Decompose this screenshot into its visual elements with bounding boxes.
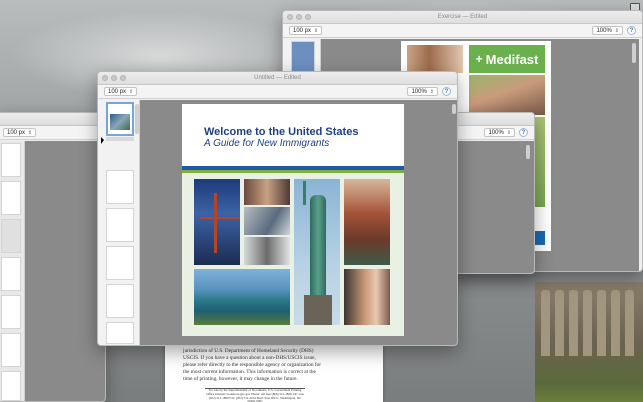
- photo-coast: [194, 269, 290, 325]
- booklet-title: Welcome to the United States: [204, 126, 359, 138]
- page-thumbnail[interactable]: [106, 284, 134, 318]
- document-canvas: [25, 141, 105, 401]
- stepper-icon: ⇕: [614, 27, 619, 34]
- window-mid-right[interactable]: 100% ⇕ ?: [455, 112, 535, 274]
- canvas-scrollbar[interactable]: [452, 104, 456, 114]
- bottom-document-page: jurisdiction of U.S. Department of Homel…: [165, 338, 383, 402]
- scrollbar[interactable]: [526, 145, 530, 159]
- stepper-icon: ⇕: [429, 88, 434, 95]
- medifast-mark: +: [475, 52, 483, 66]
- document-canvas: Welcome to the United States A Guide for…: [140, 100, 457, 345]
- toolbar: 100 px ⇕: [0, 126, 105, 140]
- page-thumbnail[interactable]: [1, 333, 21, 367]
- photo-golden-gate: [194, 179, 240, 265]
- photo-family: [469, 75, 545, 115]
- doc-paragraph: jurisdiction of U.S. Department of Homel…: [183, 348, 322, 382]
- medifast-logo: + Medifast: [469, 45, 545, 73]
- window-title: Exercise — Edited: [437, 14, 488, 20]
- thumbnail-sidebar: [0, 141, 25, 401]
- page-thumbnail[interactable]: [106, 322, 134, 344]
- booklet-cover: Welcome to the United States A Guide for…: [182, 104, 404, 336]
- toolbar: 100 px ⇕ 100% ⇕ ?: [283, 24, 642, 38]
- page-thumbnail[interactable]: [106, 246, 134, 280]
- titlebar[interactable]: [456, 113, 534, 126]
- photo-people-2: [244, 207, 290, 235]
- size-select[interactable]: 100 px ⇕: [3, 128, 37, 137]
- page-thumbnail[interactable]: [1, 181, 21, 215]
- page-thumbnail[interactable]: [1, 143, 21, 177]
- thumbnail-caption: [106, 137, 134, 141]
- ruins-photo: [535, 282, 643, 402]
- help-button[interactable]: ?: [519, 128, 528, 137]
- help-button[interactable]: ?: [627, 26, 636, 35]
- titlebar[interactable]: Untitled — Edited: [98, 72, 457, 85]
- page-thumbnail[interactable]: [1, 257, 21, 291]
- sidebar-scrollbar[interactable]: [135, 104, 139, 134]
- size-select[interactable]: 100 px ⇕: [289, 26, 323, 35]
- photo-statue-of-liberty: [294, 179, 340, 325]
- document-canvas: [456, 141, 534, 273]
- thumbnail-sidebar: [98, 100, 140, 345]
- window-title: Untitled — Edited: [254, 75, 301, 81]
- zoom-select[interactable]: 100% ⇕: [484, 128, 515, 137]
- window-main[interactable]: Untitled — Edited 100 px ⇕ 100% ⇕ ? Welcom…: [97, 71, 458, 346]
- page-thumbnail[interactable]: [106, 170, 134, 204]
- scrollbar[interactable]: [632, 43, 636, 63]
- page-thumbnail[interactable]: [1, 219, 21, 253]
- titlebar[interactable]: [0, 113, 105, 126]
- booklet-subtitle: A Guide for New Immigrants: [204, 138, 330, 149]
- size-select[interactable]: 100 px ⇕: [104, 87, 138, 96]
- photo-family: [344, 269, 390, 325]
- page-thumbnail[interactable]: [1, 371, 21, 401]
- toolbar: 100 px ⇕ 100% ⇕ ?: [98, 85, 457, 99]
- page-thumbnail[interactable]: [1, 295, 21, 329]
- titlebar[interactable]: Exercise — Edited: [283, 11, 642, 24]
- photo-people-1: [244, 179, 290, 205]
- toolbar: 100% ⇕ ?: [456, 126, 534, 140]
- photo-people-3: [244, 237, 290, 265]
- page-thumbnail[interactable]: [106, 208, 134, 242]
- page-thumbnail-selected[interactable]: [106, 102, 134, 136]
- blue-panel: [535, 231, 545, 245]
- stepper-icon: ⇕: [28, 129, 33, 136]
- window-back-left[interactable]: 100 px ⇕: [0, 112, 106, 402]
- cursor-icon: [101, 137, 104, 144]
- stepper-icon: ⇕: [506, 129, 511, 136]
- photo-women: [407, 45, 463, 73]
- photo-collage: [182, 173, 404, 336]
- help-button[interactable]: ?: [442, 87, 451, 96]
- page-thumbnail[interactable]: [291, 41, 315, 73]
- zoom-select[interactable]: 100% ⇕: [407, 87, 438, 96]
- photo-red-rocks: [344, 179, 390, 265]
- doc-footer: For sale by the Superintendent of Docume…: [206, 388, 304, 402]
- stepper-icon: ⇕: [129, 88, 134, 95]
- zoom-select[interactable]: 100% ⇕: [592, 26, 623, 35]
- stepper-icon: ⇕: [314, 27, 319, 34]
